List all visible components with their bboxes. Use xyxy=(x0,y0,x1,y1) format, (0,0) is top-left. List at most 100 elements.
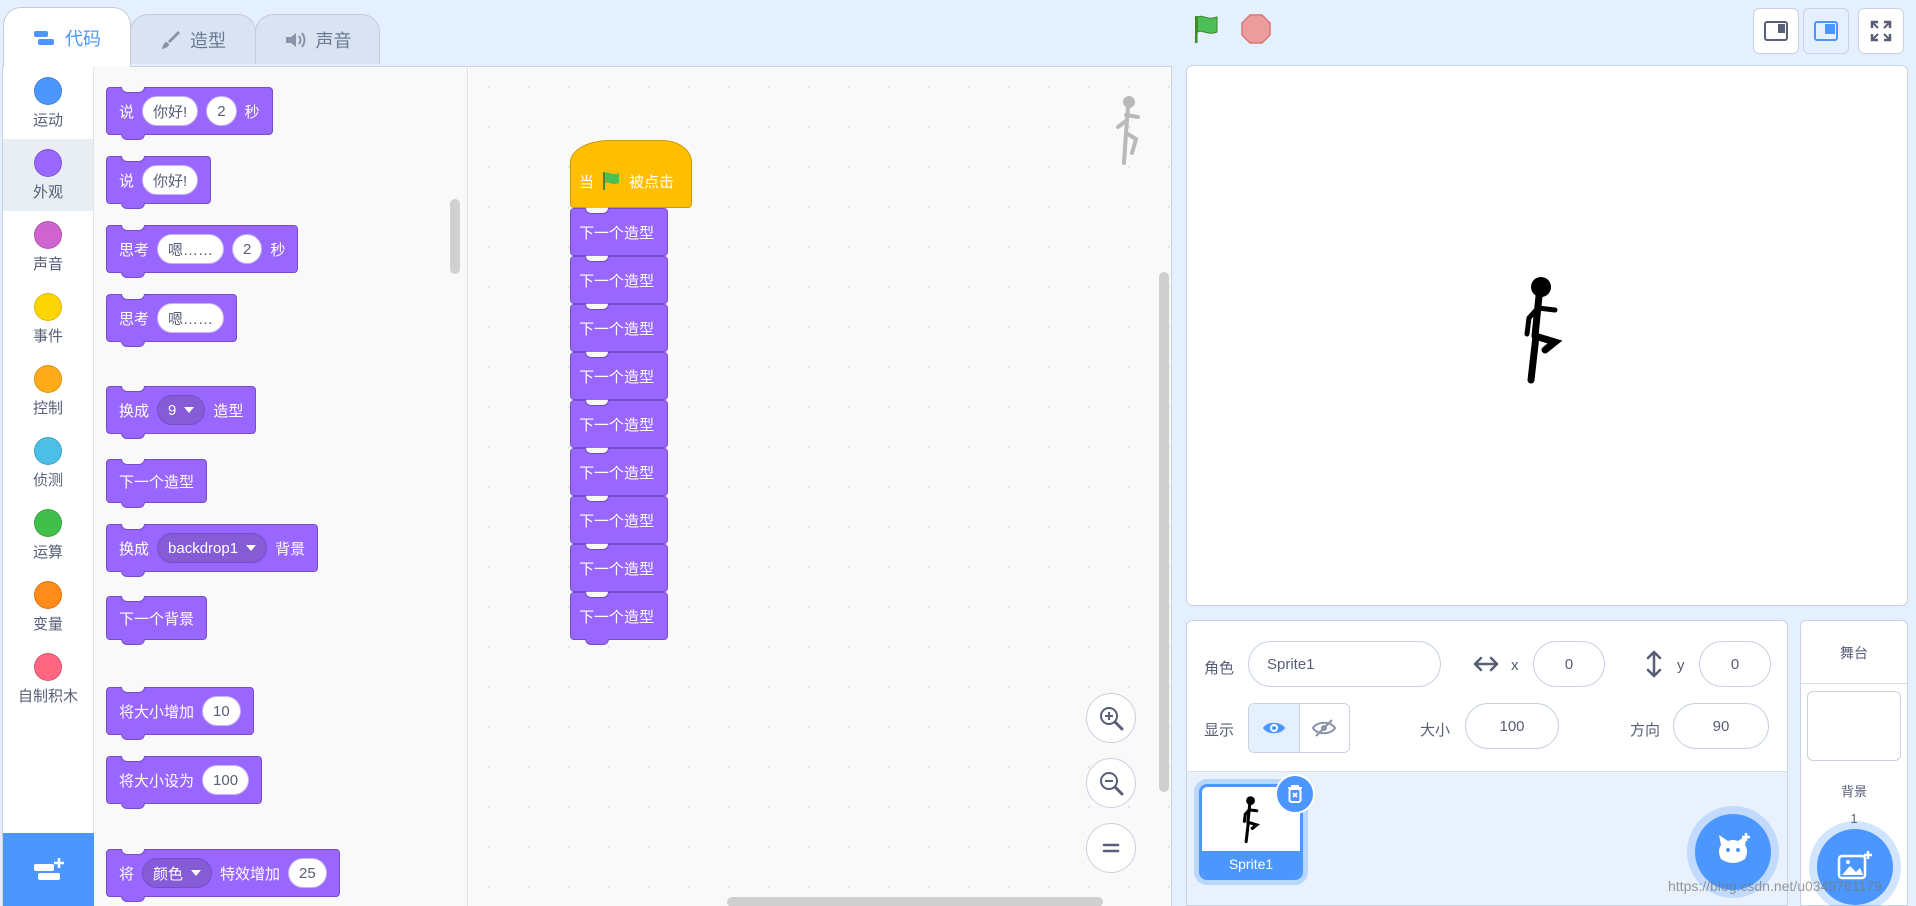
block-text: 下一个造型 xyxy=(119,473,195,491)
workspace-vertical-scrollbar[interactable] xyxy=(1159,272,1169,792)
zoom-in-button[interactable] xyxy=(1086,693,1136,743)
effect-input[interactable]: 25 xyxy=(288,858,327,888)
zoom-out-button[interactable] xyxy=(1086,758,1136,808)
workspace-horizontal-scrollbar[interactable] xyxy=(727,897,1103,906)
paintbrush-icon xyxy=(160,29,182,51)
next-costume-block[interactable]: 下一个造型 xyxy=(570,448,668,501)
category-sound[interactable]: 声音 xyxy=(3,211,93,283)
tab-costumes[interactable]: 造型 xyxy=(130,14,256,64)
size-input[interactable]: 10 xyxy=(202,696,241,726)
block-text: 下一个造型 xyxy=(579,224,655,242)
small-stage-button[interactable] xyxy=(1753,8,1799,54)
block-text: 下一个造型 xyxy=(579,416,655,434)
backdrop-dropdown[interactable]: backdrop1 xyxy=(157,533,268,563)
green-flag-icon xyxy=(1195,15,1218,43)
block-text: 将 xyxy=(119,865,135,883)
size-input[interactable]: 100 xyxy=(202,765,250,795)
category-label: 控制 xyxy=(32,399,63,417)
switch-costume-block[interactable]: 换成 9 造型 xyxy=(106,386,257,439)
change-effect-block[interactable]: 将 颜色 特效增加 25 xyxy=(106,849,340,902)
backdrops-label: 背景 xyxy=(1840,784,1867,799)
think-block[interactable]: 思考 嗯…… xyxy=(106,294,238,347)
message-input[interactable]: 你好! xyxy=(142,96,199,126)
seconds-input[interactable]: 2 xyxy=(232,234,263,264)
sprite-info: 角色 Sprite1 x 0 y 0 显示 大小 100 方向 90 xyxy=(1187,621,1787,772)
size-input[interactable]: 100 xyxy=(1465,703,1559,749)
zoom-reset-button[interactable] xyxy=(1086,823,1136,873)
code-blocks-icon xyxy=(33,29,57,47)
message-input[interactable]: 嗯…… xyxy=(157,234,225,264)
category-label: 外观 xyxy=(32,183,63,201)
message-input[interactable]: 嗯…… xyxy=(157,303,225,333)
green-flag-button[interactable] xyxy=(1190,12,1224,46)
stop-button[interactable] xyxy=(1240,13,1272,45)
block-text: 将大小增加 xyxy=(119,703,195,721)
block-text: 将大小设为 xyxy=(119,772,195,790)
switch-backdrop-block[interactable]: 换成 backdrop1 背景 xyxy=(106,524,319,577)
change-size-block[interactable]: 将大小增加 10 xyxy=(106,687,254,740)
next-costume-block[interactable]: 下一个造型 xyxy=(570,256,668,309)
motion-dot-icon xyxy=(34,76,62,105)
looks-dot-icon xyxy=(34,148,62,177)
next-costume-block[interactable]: 下一个造型 xyxy=(570,592,668,645)
stick-figure-sprite[interactable] xyxy=(1517,276,1567,386)
delete-sprite-button[interactable] xyxy=(1275,774,1315,814)
eye-slash-icon xyxy=(1312,719,1337,737)
events-dot-icon xyxy=(34,292,62,321)
next-costume-block[interactable]: 下一个造型 xyxy=(570,304,668,357)
next-costume-block[interactable]: 下一个造型 xyxy=(570,352,668,405)
think-for-secs-block[interactable]: 思考 嗯…… 2 秒 xyxy=(106,225,299,278)
palette-scrollbar[interactable] xyxy=(450,199,460,274)
chevron-down-icon xyxy=(246,545,257,551)
category-my-blocks[interactable]: 自制积木 xyxy=(3,643,93,715)
costume-dropdown[interactable]: 9 xyxy=(157,395,206,425)
x-position-input[interactable]: 0 xyxy=(1533,641,1605,687)
message-input[interactable]: 你好! xyxy=(142,165,199,195)
operators-dot-icon xyxy=(34,508,62,537)
seconds-input[interactable]: 2 xyxy=(206,96,237,126)
next-costume-block[interactable]: 下一个造型 xyxy=(106,459,208,508)
direction-input[interactable]: 90 xyxy=(1673,703,1769,749)
watermark-text: https://blog.csdn.net/u0349781179 xyxy=(1668,878,1882,894)
tab-sounds-label: 声音 xyxy=(315,30,352,51)
set-size-block[interactable]: 将大小设为 100 xyxy=(106,756,263,809)
category-control[interactable]: 控制 xyxy=(3,355,93,427)
effect-dropdown[interactable]: 颜色 xyxy=(142,858,213,888)
when-flag-clicked-block[interactable]: 当 被点击 xyxy=(570,140,692,213)
category-label: 运动 xyxy=(32,111,63,129)
category-operators[interactable]: 运算 xyxy=(3,499,93,571)
category-looks[interactable]: 外观 xyxy=(3,139,93,211)
my-blocks-dot-icon xyxy=(34,652,62,681)
stage-thumbnail[interactable] xyxy=(1807,691,1901,761)
category-motion[interactable]: 运动 xyxy=(3,67,93,139)
next-costume-block[interactable]: 下一个造型 xyxy=(570,544,668,597)
next-costume-block[interactable]: 下一个造型 xyxy=(570,496,668,549)
category-sensing[interactable]: 侦测 xyxy=(3,427,93,499)
dropdown-value: 9 xyxy=(168,401,177,419)
next-costume-block[interactable]: 下一个造型 xyxy=(570,208,668,261)
sprite-pane: 角色 Sprite1 x 0 y 0 显示 大小 100 方向 90 Sprit… xyxy=(1186,620,1788,906)
category-label: 自制积木 xyxy=(17,687,78,705)
y-position-input[interactable]: 0 xyxy=(1699,641,1771,687)
category-events[interactable]: 事件 xyxy=(3,283,93,355)
sprite-name-input[interactable]: Sprite1 xyxy=(1248,641,1441,687)
add-extension-button[interactable] xyxy=(3,833,94,906)
code-editor-panel: 运动 外观 声音 事件 控制 侦测 运算 变量 自制积木 说 你好! 2 秒 说… xyxy=(2,66,1172,906)
say-block[interactable]: 说 你好! xyxy=(106,156,212,209)
block-palette: 说 你好! 2 秒 说 你好! 思考 嗯…… 2 秒 思考 嗯…… 换成 9 造… xyxy=(94,67,468,906)
normal-stage-button[interactable] xyxy=(1803,8,1849,54)
fullscreen-button[interactable] xyxy=(1858,8,1904,54)
next-costume-block[interactable]: 下一个造型 xyxy=(570,400,668,453)
tab-sounds[interactable]: 声音 xyxy=(255,14,380,64)
say-for-secs-block[interactable]: 说 你好! 2 秒 xyxy=(106,87,273,140)
show-hidden-button[interactable] xyxy=(1300,704,1350,752)
next-backdrop-block[interactable]: 下一个背景 xyxy=(106,596,208,645)
trash-icon xyxy=(1288,785,1302,803)
block-text: 被点击 xyxy=(629,173,675,191)
show-visible-button[interactable] xyxy=(1249,704,1300,752)
block-text: 特效增加 xyxy=(220,865,281,883)
stage-canvas[interactable] xyxy=(1186,65,1908,606)
script-workspace[interactable]: 当 被点击 下一个造型 下一个造型 下一个造型 下一个造型 下一个造型 下一个造… xyxy=(469,67,1171,906)
tab-code[interactable]: 代码 xyxy=(3,7,131,67)
category-variables[interactable]: 变量 xyxy=(3,571,93,643)
